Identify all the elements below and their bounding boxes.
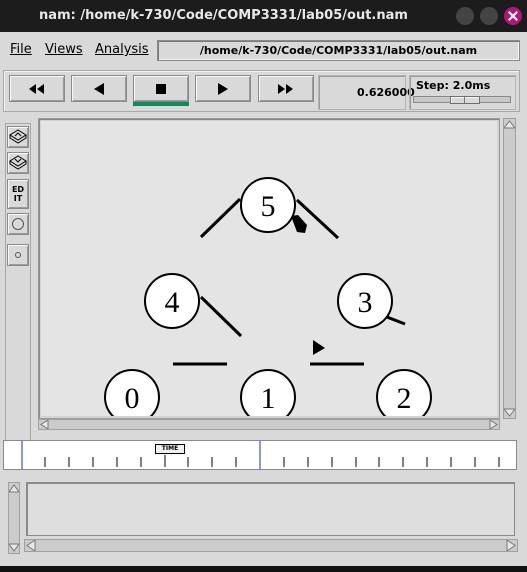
scroll-down-icon [9,543,19,552]
step-back-icon [94,82,104,95]
circle-icon [12,218,24,230]
small-circle-icon [15,252,21,258]
scroll-right-icon [489,420,498,429]
node-tool-button[interactable] [7,213,29,235]
timeline-marker[interactable]: TIME [155,444,185,454]
menu-analysis-label: Analysis [95,42,149,57]
scroll-left-icon [26,540,36,551]
step-back-button[interactable] [71,75,127,102]
annotation-horizontal-scrollbar[interactable] [24,539,518,552]
link-1-4 [199,295,243,338]
play-icon [218,82,228,95]
stop-button[interactable] [133,75,189,102]
step-slider-thumb[interactable] [450,96,480,104]
stop-icon [156,83,166,94]
timeline-slider[interactable] [3,440,517,470]
fast-forward-button[interactable] [258,75,314,102]
rewind-button[interactable] [9,75,65,102]
scroll-left-icon [40,420,49,429]
edit-button[interactable]: ED IT [7,179,29,209]
node-label-5: 5 [261,190,276,223]
scroll-up-icon [504,120,515,129]
annotation-panel[interactable] [26,482,515,536]
zoom-out-button[interactable] [7,152,29,174]
node-label-0: 0 [125,382,140,415]
menu-views[interactable]: Views [45,42,83,57]
link-4-5 [199,197,242,239]
zoom-in-icon [9,129,27,144]
menu-file-label: File [10,42,32,57]
canvas-vertical-scrollbar[interactable] [503,118,516,419]
node-label-1: 1 [261,382,276,415]
close-button[interactable] [504,7,522,25]
minimize-button[interactable] [456,7,474,25]
rewind-icon [29,83,44,94]
packet-5-to-3 [291,215,307,233]
menu-file[interactable]: File [10,42,32,57]
nam-window: File Views Analysis /home/k-730/Code/COM… [0,32,527,568]
canvas-horizontal-scrollbar[interactable] [38,419,500,430]
network-canvas[interactable]: 0 1 2 3 4 5 [41,121,497,416]
zoom-in-button[interactable] [7,126,29,148]
zoom-out-icon [9,155,27,170]
menu-analysis[interactable]: Analysis [95,42,149,57]
packet-1-to-2 [313,340,325,355]
window-titlebar: nam: /home/k-730/Code/COMP3331/lab05/out… [0,0,527,32]
maximize-button[interactable] [480,7,498,25]
scroll-right-icon [506,540,516,551]
fast-forward-icon [278,83,293,94]
scroll-up-icon [9,484,19,493]
window-title: nam: /home/k-730/Code/COMP3331/lab05/out… [39,8,408,23]
stop-active-indicator [133,102,189,106]
node-label-4: 4 [165,286,180,319]
play-button[interactable] [195,75,251,102]
menu-views-label: Views [45,42,83,57]
trace-file-path: /home/k-730/Code/COMP3331/lab05/out.nam [157,40,520,61]
timeline-ticks [21,441,500,469]
current-time-value: 0.626000 [357,86,415,99]
step-label: Step: 2.0ms [416,79,491,92]
annotation-vertical-scrollbar[interactable] [8,482,20,554]
node-label-2: 2 [397,382,412,415]
small-node-tool-button[interactable] [7,244,29,266]
edit-label-line-2: IT [13,194,23,203]
window-bottom-edge [0,566,527,572]
node-label-3: 3 [358,286,373,319]
scroll-down-icon [504,408,515,417]
edit-label-line-1: ED [11,185,25,194]
